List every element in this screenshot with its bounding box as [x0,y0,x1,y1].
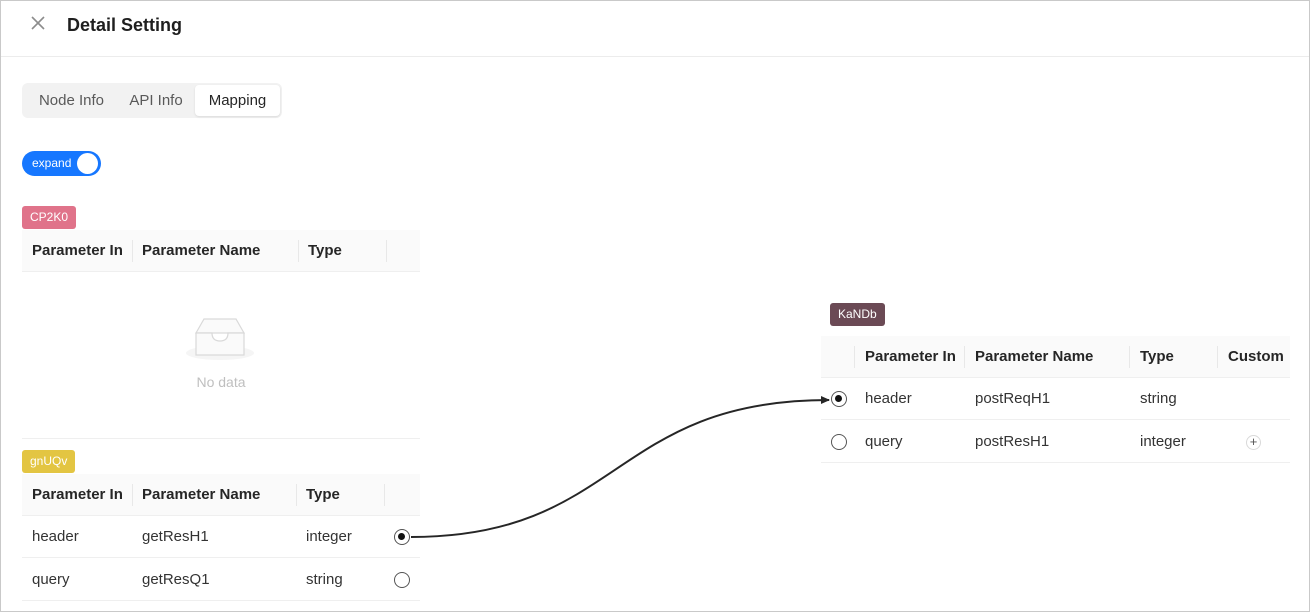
table-header: Parameter In Parameter Name Type Custom [821,336,1290,378]
column-header-parameter-name: Parameter Name [142,242,261,259]
tab-node-info[interactable]: Node Info [24,85,119,116]
cell-parameter-name: getResQ1 [142,571,210,588]
page-title: Detail Setting [67,15,183,35]
column-header-parameter-in: Parameter In [32,486,123,503]
table-row: header getResH1 integer [22,516,420,558]
gnuqv-parameter-table: Parameter In Parameter Name Type header … [22,474,420,602]
source-connect-radio[interactable] [394,572,410,588]
cell-parameter-in: header [865,390,912,407]
column-header-parameter-name: Parameter Name [142,486,261,503]
cell-parameter-in: query [865,433,903,450]
node-tag-gnuqv: gnUQv [22,450,76,473]
add-custom-icon[interactable]: + [1246,435,1261,450]
panel-header: Detail Setting [1,1,1309,57]
close-icon[interactable] [28,14,48,34]
column-header-parameter-in: Parameter In [32,242,123,259]
toggle-knob [77,153,98,174]
mapping-line [410,396,830,538]
source-connect-radio[interactable] [394,529,410,545]
table-row: query postResH1 integer + [821,421,1290,463]
node-tag-cp2k0: CP2K0 [22,206,77,229]
table-header: Parameter In Parameter Name Type [22,230,420,272]
expand-toggle[interactable]: expand [22,151,101,176]
expand-toggle-label: expand [32,156,72,170]
kandb-parameter-table: Parameter In Parameter Name Type Custom … [821,336,1290,464]
column-separator [386,240,387,262]
column-separator [384,484,385,506]
column-header-type: Type [306,486,340,503]
cell-parameter-in: header [32,528,79,545]
column-header-type: Type [308,242,342,259]
node-tag-kandb: KaNDb [830,303,885,326]
cell-parameter-in: query [32,571,70,588]
empty-inbox-icon [186,318,254,360]
cell-type: integer [1140,433,1186,450]
cell-type: string [306,571,343,588]
table-row: header postReqH1 string [821,378,1290,420]
cell-type: string [1140,390,1177,407]
cell-parameter-name: postResH1 [975,433,1050,450]
cell-type: integer [306,528,352,545]
table-bottom-border [22,438,420,439]
tab-mapping[interactable]: Mapping [195,85,280,116]
table-row: query getResQ1 string [22,559,420,601]
target-connect-radio[interactable] [831,391,847,407]
column-header-parameter-in: Parameter In [865,348,956,365]
column-header-type: Type [1140,348,1174,365]
tab-bar: Node Info API Info Mapping [22,83,282,118]
table-header: Parameter In Parameter Name Type [22,474,420,516]
cell-parameter-name: postReqH1 [975,390,1051,407]
column-header-custom: Custom [1228,348,1284,365]
column-header-parameter-name: Parameter Name [975,348,1094,365]
cell-parameter-name: getResH1 [142,528,209,545]
tab-api-info[interactable]: API Info [119,85,193,116]
empty-state-text: No data [196,374,246,390]
target-connect-radio[interactable] [831,434,847,450]
detail-setting-panel: Detail Setting Node Info API Info Mappin… [0,0,1310,612]
